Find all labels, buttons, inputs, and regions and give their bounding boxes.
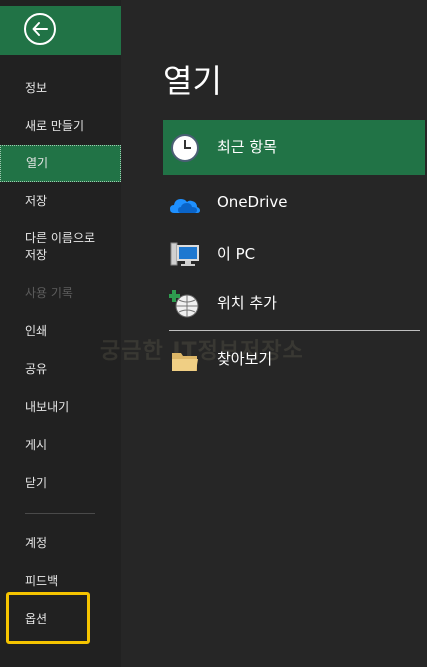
nav-item-history: 사용 기록 — [25, 286, 73, 300]
nav-item-save-as[interactable]: 다른 이름으로 저장 — [0, 230, 121, 266]
onedrive-cloud-icon — [169, 189, 201, 221]
clock-icon — [169, 132, 201, 164]
nav-item-open[interactable]: 열기 — [0, 145, 121, 182]
nav-item-publish[interactable]: 게시 — [0, 436, 121, 454]
location-browse[interactable]: 찾아보기 — [163, 332, 425, 387]
location-label: 찾아보기 — [217, 350, 273, 368]
location-this-pc[interactable]: 이 PC — [163, 227, 425, 282]
nav-item-feedback[interactable]: 피드백 — [0, 572, 121, 590]
location-add-place[interactable]: 위치 추가 — [163, 276, 425, 331]
nav-item-new[interactable]: 새로 만들기 — [0, 117, 121, 135]
folder-icon — [169, 344, 201, 376]
location-recent[interactable]: 최근 항목 — [163, 120, 425, 175]
nav-item-close[interactable]: 닫기 — [0, 474, 121, 492]
location-label: 위치 추가 — [217, 294, 277, 312]
options-highlight-box — [6, 592, 90, 644]
back-button[interactable] — [0, 6, 121, 55]
nav-item-save[interactable]: 저장 — [0, 192, 121, 210]
locations-separator — [169, 330, 420, 331]
location-label: OneDrive — [217, 193, 288, 211]
nav-item-account[interactable]: 계정 — [0, 534, 121, 552]
add-location-globe-icon — [168, 288, 201, 320]
sidebar-divider — [25, 513, 95, 514]
location-label: 이 PC — [217, 245, 256, 263]
page-title: 열기 — [163, 62, 222, 100]
back-arrow-icon — [24, 13, 56, 45]
location-onedrive[interactable]: OneDrive — [163, 177, 425, 232]
nav-item-info[interactable]: 정보 — [0, 79, 121, 97]
computer-icon — [169, 239, 201, 271]
nav-item-export[interactable]: 내보내기 — [0, 398, 121, 416]
location-label: 최근 항목 — [217, 138, 277, 156]
